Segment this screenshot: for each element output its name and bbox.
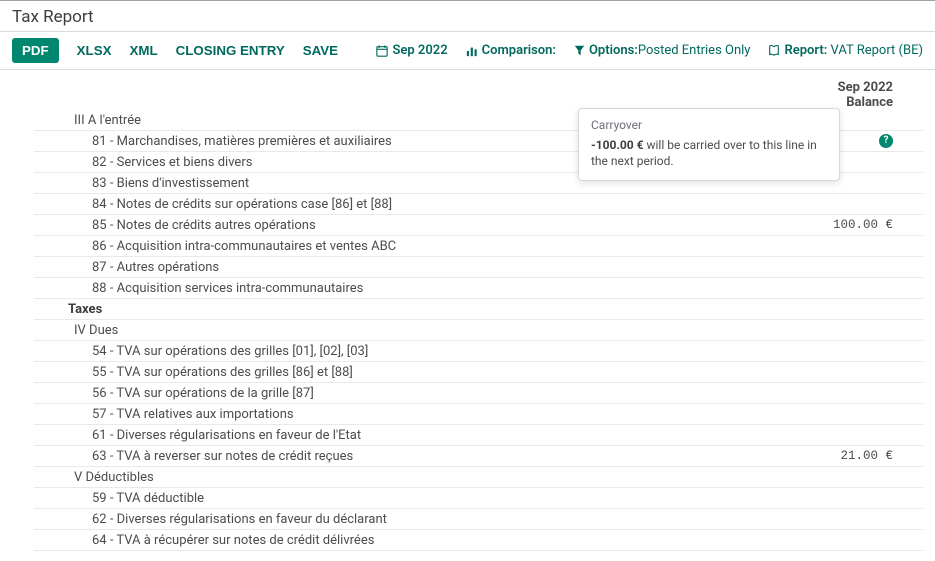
row-value: 100.00 € <box>833 218 923 232</box>
report-row[interactable]: 84 - Notes de crédits sur opérations cas… <box>34 194 923 215</box>
row-label: 59 - TVA déductible <box>34 491 893 506</box>
help-icon[interactable]: ? <box>879 134 893 148</box>
report-label: Report: VAT Report (BE) <box>784 43 923 58</box>
carryover-tooltip: Carryover -100.00 € will be carried over… <box>578 108 840 181</box>
toolbar: PDF XLSX XML CLOSING ENTRY SAVE Sep 2022… <box>0 32 935 70</box>
row-label: V Déductibles <box>34 470 893 485</box>
row-label: 57 - TVA relatives aux importations <box>34 407 893 422</box>
comparison-label: Comparison: <box>482 43 556 58</box>
row-label: 64 - TVA à récupérer sur notes de crédit… <box>34 533 893 548</box>
row-label: 87 - Autres opérations <box>34 260 893 275</box>
export-xlsx-button[interactable]: XLSX <box>77 39 112 62</box>
row-label: 62 - Diverses régularisations en faveur … <box>34 512 893 527</box>
carryover-body: -100.00 € will be carried over to this l… <box>591 137 827 169</box>
carryover-title: Carryover <box>591 117 827 133</box>
row-value: 21.00 € <box>840 449 923 463</box>
bar-chart-icon <box>466 45 478 57</box>
options-filter[interactable]: Options:Posted Entries Only <box>574 43 750 58</box>
report-row[interactable]: 63 - TVA à reverser sur notes de crédit … <box>34 446 923 467</box>
report-row[interactable]: 57 - TVA relatives aux importations <box>34 404 923 425</box>
book-icon <box>768 45 780 57</box>
report-row[interactable]: 62 - Diverses régularisations en faveur … <box>34 509 923 530</box>
page-title: Tax Report <box>12 7 923 31</box>
row-label: 55 - TVA sur opérations des grilles [86]… <box>34 365 893 380</box>
report-row[interactable]: Taxes <box>34 299 923 320</box>
export-xml-button[interactable]: XML <box>129 39 157 62</box>
save-button[interactable]: SAVE <box>303 39 338 62</box>
row-label: Taxes <box>34 302 893 317</box>
row-label: 84 - Notes de crédits sur opérations cas… <box>34 197 893 212</box>
report-row[interactable]: 59 - TVA déductible <box>34 488 923 509</box>
period-value: Sep 2022 <box>392 43 447 58</box>
report-row[interactable]: 87 - Autres opérations <box>34 257 923 278</box>
row-label: 63 - TVA à reverser sur notes de crédit … <box>34 449 840 464</box>
options-label: Options:Posted Entries Only <box>589 43 750 58</box>
comparison-filter[interactable]: Comparison: <box>466 43 556 58</box>
row-label: IV Dues <box>34 323 893 338</box>
row-label: 88 - Acquisition services intra-communau… <box>34 281 893 296</box>
report-row[interactable]: 54 - TVA sur opérations des grilles [01]… <box>34 341 923 362</box>
row-label: 54 - TVA sur opérations des grilles [01]… <box>34 344 893 359</box>
row-label: 56 - TVA sur opérations de la grille [87… <box>34 386 893 401</box>
report-row[interactable]: IV Dues <box>34 320 923 341</box>
filter-icon <box>574 45 585 56</box>
report-selector[interactable]: Report: VAT Report (BE) <box>768 43 923 58</box>
column-header: Sep 2022 Balance <box>34 76 923 110</box>
closing-entry-button[interactable]: CLOSING ENTRY <box>176 39 285 62</box>
report-row[interactable]: 55 - TVA sur opérations des grilles [86]… <box>34 362 923 383</box>
report-row[interactable]: 61 - Diverses régularisations en faveur … <box>34 425 923 446</box>
export-pdf-button[interactable]: PDF <box>12 38 59 63</box>
report-row[interactable]: 88 - Acquisition services intra-communau… <box>34 278 923 299</box>
row-label: 86 - Acquisition intra-communautaires et… <box>34 239 893 254</box>
report-row[interactable]: V Déductibles <box>34 467 923 488</box>
period-filter[interactable]: Sep 2022 <box>376 43 447 58</box>
report-row[interactable]: 86 - Acquisition intra-communautaires et… <box>34 236 923 257</box>
report-row[interactable]: 64 - TVA à récupérer sur notes de crédit… <box>34 530 923 551</box>
row-label: 61 - Diverses régularisations en faveur … <box>34 428 893 443</box>
report-row[interactable]: 85 - Notes de crédits autres opérations1… <box>34 215 923 236</box>
report-row[interactable]: 56 - TVA sur opérations de la grille [87… <box>34 383 923 404</box>
row-label: 85 - Notes de crédits autres opérations <box>34 218 833 233</box>
calendar-icon <box>376 45 388 57</box>
